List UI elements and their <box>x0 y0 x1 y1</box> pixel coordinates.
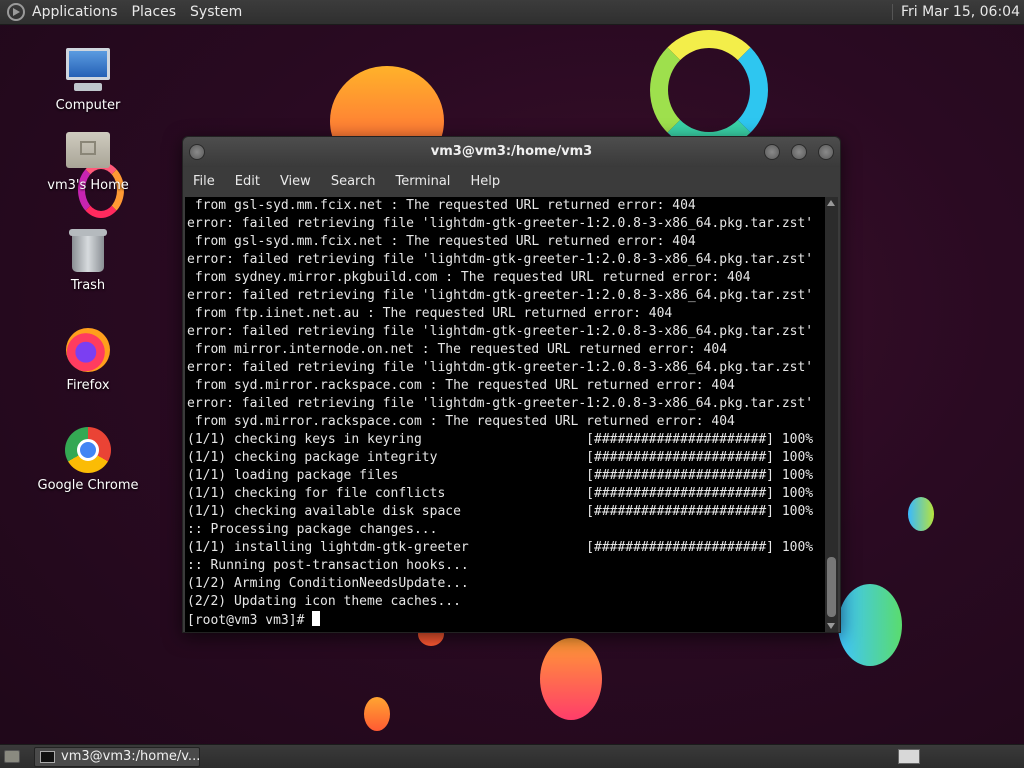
terminal-line: (1/1) loading package files [###########… <box>187 468 814 483</box>
menu-help[interactable]: Help <box>460 174 510 189</box>
desktop-icon-trash[interactable]: Trash <box>28 226 148 293</box>
wallpaper-shape <box>540 638 602 720</box>
terminal-line: from gsl-syd.mm.fcix.net : The requested… <box>187 234 696 249</box>
terminal-line: (1/1) checking available disk space [###… <box>187 504 814 519</box>
desktop-icon-label: Google Chrome <box>37 478 139 493</box>
terminal-line: from ftp.iinet.net.au : The requested UR… <box>187 306 673 321</box>
desktop-icon-label: Computer <box>55 98 121 113</box>
menu-system[interactable]: System <box>190 4 242 20</box>
menu-applications[interactable]: Applications <box>32 4 118 20</box>
terminal-line: (2/2) Updating icon theme caches... <box>187 594 461 609</box>
menu-view[interactable]: View <box>270 174 321 189</box>
top-panel: Applications Places System Fri Mar 15, 0… <box>0 0 1024 25</box>
terminal-line: error: failed retrieving file 'lightdm-g… <box>187 252 814 267</box>
chrome-icon <box>64 426 112 474</box>
terminal-line: error: failed retrieving file 'lightdm-g… <box>187 324 814 339</box>
terminal-line: from syd.mirror.rackspace.com : The requ… <box>187 414 735 429</box>
scroll-up-icon[interactable] <box>827 200 835 206</box>
terminal-line: (1/1) checking for file conflicts [#####… <box>187 486 814 501</box>
terminal-line: (1/1) installing lightdm-gtk-greeter [##… <box>187 540 814 555</box>
desktop-icon-chrome[interactable]: Google Chrome <box>28 426 148 493</box>
window-titlebar[interactable]: vm3@vm3:/home/vm3 <box>183 137 840 167</box>
desktop-icon-label: Trash <box>70 278 106 293</box>
terminal-line: (1/1) checking keys in keyring [########… <box>187 432 814 447</box>
wallpaper-shape <box>364 697 390 731</box>
desktop-icon-label: Firefox <box>66 378 110 393</box>
window-title: vm3@vm3:/home/vm3 <box>430 144 593 159</box>
desktop-icon-computer[interactable]: Computer <box>28 46 148 113</box>
menu-search[interactable]: Search <box>321 174 386 189</box>
terminal-line: from gsl-syd.mm.fcix.net : The requested… <box>187 198 696 213</box>
terminal-prompt-line[interactable]: [root@vm3 vm3]# <box>187 611 825 630</box>
maximize-icon[interactable] <box>791 144 807 160</box>
firefox-icon <box>64 326 112 374</box>
scrollbar-thumb[interactable] <box>827 557 836 617</box>
scroll-down-icon[interactable] <box>827 623 835 629</box>
menu-terminal[interactable]: Terminal <box>385 174 460 189</box>
show-desktop-icon[interactable] <box>4 750 20 763</box>
menu-places[interactable]: Places <box>132 4 177 20</box>
text-cursor <box>312 611 321 626</box>
bottom-panel: vm3@vm3:/home/v... <box>0 744 1024 768</box>
wallpaper-shape <box>908 497 934 531</box>
clock[interactable]: Fri Mar 15, 06:04 <box>891 4 1020 20</box>
minimize-icon[interactable] <box>764 144 780 160</box>
menu-edit[interactable]: Edit <box>225 174 270 189</box>
terminal-line: (1/2) Arming ConditionNeedsUpdate... <box>187 576 469 591</box>
terminal-icon <box>40 751 55 763</box>
terminal-line: error: failed retrieving file 'lightdm-g… <box>187 216 814 231</box>
terminal-menubar: File Edit View Search Terminal Help <box>183 167 840 195</box>
terminal-output[interactable]: from gsl-syd.mm.fcix.net : The requested… <box>185 197 825 632</box>
terminal-line: from mirror.internode.on.net : The reque… <box>187 342 728 357</box>
menu-file[interactable]: File <box>183 174 225 189</box>
close-icon[interactable] <box>818 144 834 160</box>
distro-logo-icon[interactable] <box>7 3 25 21</box>
terminal-prompt: [root@vm3 vm3]# <box>187 613 313 628</box>
desktop-icon-firefox[interactable]: Firefox <box>28 326 148 393</box>
taskbar-item-terminal[interactable]: vm3@vm3:/home/v... <box>34 747 200 767</box>
desktop-icon-home[interactable]: vm3's Home <box>28 126 148 193</box>
terminal-window[interactable]: vm3@vm3:/home/vm3 File Edit View Search … <box>182 136 841 633</box>
wallpaper-ring <box>650 30 768 150</box>
workspace-switcher[interactable] <box>898 749 920 764</box>
terminal-line: :: Processing package changes... <box>187 522 438 537</box>
terminal-line: from sydney.mirror.pkgbuild.com : The re… <box>187 270 751 285</box>
terminal-line: error: failed retrieving file 'lightdm-g… <box>187 360 814 375</box>
terminal-line: from syd.mirror.rackspace.com : The requ… <box>187 378 735 393</box>
home-folder-icon <box>64 126 112 174</box>
terminal-line: :: Running post-transaction hooks... <box>187 558 469 573</box>
wallpaper-shape <box>838 584 902 666</box>
window-menu-icon[interactable] <box>189 144 205 160</box>
terminal-line: error: failed retrieving file 'lightdm-g… <box>187 288 814 303</box>
computer-icon <box>64 46 112 94</box>
taskbar-item-label: vm3@vm3:/home/v... <box>61 749 200 764</box>
terminal-line: error: failed retrieving file 'lightdm-g… <box>187 396 814 411</box>
terminal-line: (1/1) checking package integrity [######… <box>187 450 814 465</box>
terminal-scrollbar[interactable] <box>825 197 838 632</box>
desktop-icon-label: vm3's Home <box>47 178 129 193</box>
trash-icon <box>64 226 112 274</box>
